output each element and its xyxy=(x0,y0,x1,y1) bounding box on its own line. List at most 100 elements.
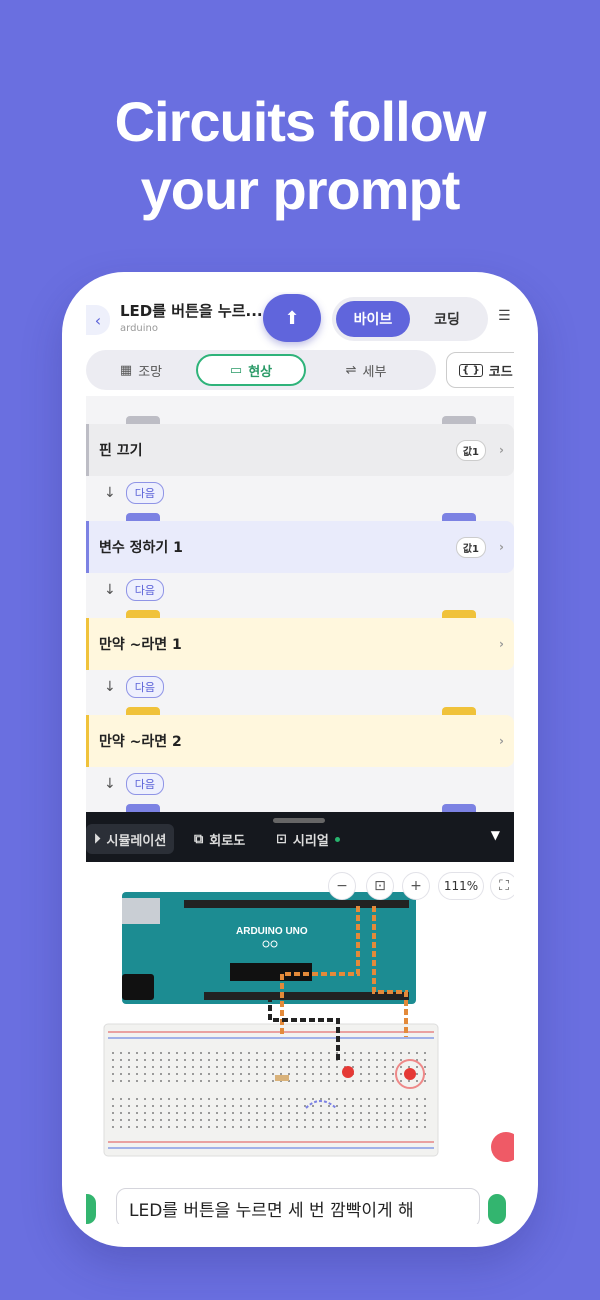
next-pill[interactable]: 다음 xyxy=(125,482,164,504)
next-pill[interactable]: 다음 xyxy=(125,773,164,795)
breadboard-hole xyxy=(128,1052,130,1054)
breadboard-hole xyxy=(280,1105,282,1107)
upload-button[interactable]: ⬆ xyxy=(263,294,321,342)
menu-icon[interactable]: ☰ xyxy=(498,308,511,324)
breadboard-hole xyxy=(352,1059,354,1061)
breadboard-hole xyxy=(208,1059,210,1061)
drag-handle[interactable] xyxy=(273,818,325,823)
breadboard-hole xyxy=(128,1059,130,1061)
mode-tab-vibe[interactable]: 바이브 xyxy=(336,301,410,337)
tab-current[interactable]: ▭ 현상 xyxy=(196,354,306,386)
mode-tab-coding[interactable]: 코딩 xyxy=(410,301,484,337)
breadboard-hole xyxy=(224,1112,226,1114)
breadboard-hole xyxy=(112,1073,114,1075)
prompt-input[interactable]: LED를 버튼을 누르면 세 번 깜빡이게 해 xyxy=(116,1188,480,1224)
block-canvas[interactable]: 핀 끄기 값1 › ↓ 다음 변수 정하기 1 값1 › ↓ 다음 만약 ~라면… xyxy=(86,396,514,812)
breadboard-hole xyxy=(232,1059,234,1061)
breadboard-hole xyxy=(200,1073,202,1075)
breadboard-hole xyxy=(128,1105,130,1107)
breadboard-hole xyxy=(264,1052,266,1054)
next-pill[interactable]: 다음 xyxy=(125,579,164,601)
code-button[interactable]: { } 코드 xyxy=(446,352,514,388)
breadboard-hole xyxy=(248,1052,250,1054)
breadboard-hole xyxy=(248,1066,250,1068)
left-action-button[interactable] xyxy=(86,1194,96,1224)
simulation-canvas[interactable]: ARDUINO UNO − ⊡ + 111% ⛶ xyxy=(86,862,514,1180)
breadboard-hole xyxy=(136,1112,138,1114)
breadboard-hole xyxy=(288,1066,290,1068)
breadboard-hole xyxy=(224,1052,226,1054)
stop-button[interactable] xyxy=(491,1132,514,1162)
breadboard-hole xyxy=(384,1119,386,1121)
next-pill[interactable]: 다음 xyxy=(125,676,164,698)
collapse-icon[interactable]: ▼ xyxy=(491,828,500,842)
breadboard-hole xyxy=(408,1126,410,1128)
block-if-2[interactable]: 만약 ~라면 2 › xyxy=(86,715,514,767)
breadboard-hole xyxy=(208,1066,210,1068)
breadboard-hole xyxy=(192,1066,194,1068)
grid-icon: ▦ xyxy=(119,362,133,378)
breadboard-hole xyxy=(224,1059,226,1061)
breadboard-hole xyxy=(112,1126,114,1128)
zoom-out-button[interactable]: − xyxy=(328,872,356,900)
breadboard-hole xyxy=(296,1066,298,1068)
breadboard-hole xyxy=(264,1126,266,1128)
breadboard-hole xyxy=(352,1098,354,1100)
block-if-1[interactable]: 만약 ~라면 1 › xyxy=(86,618,514,670)
breadboard-hole xyxy=(360,1112,362,1114)
block-set-variable[interactable]: 변수 정하기 1 값1 › xyxy=(86,521,514,573)
chevron-right-icon: › xyxy=(499,637,504,651)
block-connector xyxy=(442,610,476,618)
breadboard-hole xyxy=(256,1126,258,1128)
breadboard-hole xyxy=(176,1080,178,1082)
breadboard-hole xyxy=(184,1126,186,1128)
tab-simulation[interactable]: ⏵ 시뮬레이션 xyxy=(86,824,175,854)
breadboard-hole xyxy=(328,1073,330,1075)
breadboard-hole xyxy=(152,1080,154,1082)
breadboard-hole xyxy=(152,1073,154,1075)
breadboard-hole xyxy=(424,1112,426,1114)
value-badge[interactable]: 값1 xyxy=(455,536,486,558)
hero-line-2: your prompt xyxy=(140,158,461,221)
fit-button[interactable]: ⊡ xyxy=(366,872,394,900)
fullscreen-button[interactable]: ⛶ xyxy=(490,872,514,900)
project-subtitle: arduino xyxy=(120,323,158,334)
breadboard-hole xyxy=(272,1126,274,1128)
block-pin-off[interactable]: 핀 끄기 값1 › xyxy=(86,424,514,476)
breadboard-hole xyxy=(152,1059,154,1061)
breadboard-hole xyxy=(312,1073,314,1075)
breadboard-hole xyxy=(112,1119,114,1121)
tab-serial[interactable]: ⊡ 시리얼 xyxy=(276,824,340,854)
breadboard-hole xyxy=(296,1126,298,1128)
breadboard-hole xyxy=(160,1098,162,1100)
simulation-toolbar: ⏵ 시뮬레이션 ⧉ 회로도 ⊡ 시리얼 ▼ xyxy=(86,812,514,862)
tab-detail[interactable]: ⇌ 세부 xyxy=(306,354,426,386)
chevron-left-icon: ‹ xyxy=(94,310,102,330)
block-connector xyxy=(126,513,160,521)
block-label: 만약 ~라면 1 xyxy=(99,637,182,653)
breadboard-hole xyxy=(240,1119,242,1121)
breadboard-hole xyxy=(112,1105,114,1107)
tab-overview[interactable]: ▦ 조망 xyxy=(86,354,196,386)
breadboard-hole xyxy=(320,1059,322,1061)
zoom-in-button[interactable]: + xyxy=(402,872,430,900)
back-button[interactable]: ‹ xyxy=(86,305,110,335)
breadboard-hole xyxy=(280,1112,282,1114)
top-bar: ‹ LED를 버튼을 누르... arduino ⬆ 바이브 코딩 ☰ xyxy=(86,292,514,350)
breadboard-hole xyxy=(160,1066,162,1068)
breadboard-hole xyxy=(360,1066,362,1068)
breadboard-hole xyxy=(336,1112,338,1114)
breadboard-hole xyxy=(184,1080,186,1082)
breadboard-hole xyxy=(368,1112,370,1114)
block-connector xyxy=(442,707,476,715)
block-label: 핀 끄기 xyxy=(99,443,143,459)
breadboard-hole xyxy=(224,1098,226,1100)
value-badge[interactable]: 값1 xyxy=(455,439,486,461)
breadboard-hole xyxy=(120,1066,122,1068)
breadboard-hole xyxy=(200,1059,202,1061)
breadboard-hole xyxy=(376,1059,378,1061)
send-button[interactable] xyxy=(488,1194,506,1224)
tab-schematic[interactable]: ⧉ 회로도 xyxy=(194,824,245,854)
resistor xyxy=(275,1075,289,1081)
breadboard-hole xyxy=(352,1105,354,1107)
